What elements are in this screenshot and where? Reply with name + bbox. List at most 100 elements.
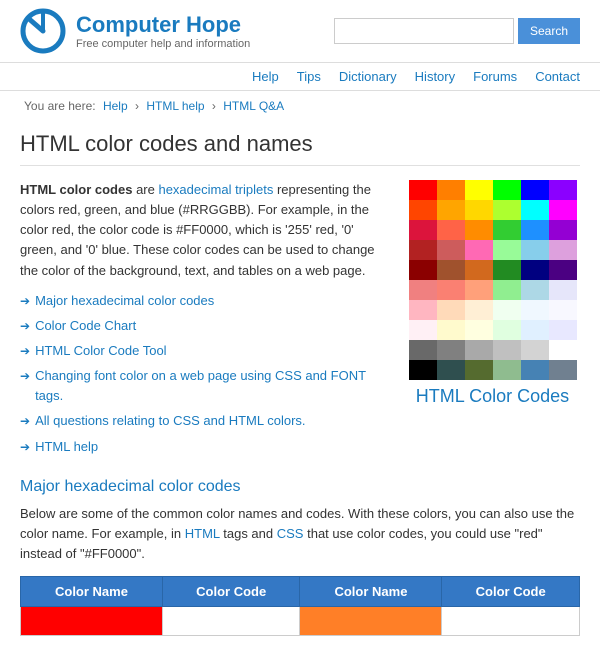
- color-cell: [409, 200, 437, 220]
- page-title: HTML color codes and names: [20, 131, 580, 166]
- color-cell: [493, 340, 521, 360]
- color-cell: [549, 320, 577, 340]
- link-font-color[interactable]: Changing font color on a web page using …: [35, 366, 389, 406]
- arrow-icon: ➔: [20, 412, 30, 431]
- color-cell: [549, 280, 577, 300]
- content-left: HTML color codes are hexadecimal triplet…: [20, 180, 389, 462]
- color-cell: [465, 200, 493, 220]
- intro-bold: HTML color codes: [20, 182, 132, 197]
- nav-forums[interactable]: Forums: [473, 69, 517, 84]
- color-cell: [493, 180, 521, 200]
- arrow-icon: ➔: [20, 342, 30, 361]
- search-area: Search: [334, 18, 580, 44]
- main-content: HTML color codes and names HTML color co…: [0, 121, 600, 656]
- color-cell: [409, 340, 437, 360]
- link-html-help[interactable]: HTML help: [35, 437, 98, 457]
- color-cell: [549, 300, 577, 320]
- logo-title-colored: Hope: [186, 12, 241, 37]
- color-code-cell-2: [442, 607, 580, 636]
- color-cell: [465, 180, 493, 200]
- color-cell: [521, 260, 549, 280]
- breadcrumb-html-help[interactable]: HTML help: [146, 99, 204, 113]
- logo-title-text: Computer: [76, 12, 186, 37]
- color-cell: [549, 200, 577, 220]
- color-swatch-cell-2: [300, 607, 442, 636]
- table-header-row: Color Name Color Code Color Name Color C…: [21, 577, 580, 607]
- color-grid-container: [409, 180, 577, 380]
- logo-icon: [20, 8, 66, 54]
- logo-title: Computer Hope: [76, 12, 250, 38]
- color-cell: [521, 240, 549, 260]
- search-input[interactable]: [334, 18, 514, 44]
- html-link[interactable]: HTML: [185, 526, 220, 541]
- color-cell: [465, 360, 493, 380]
- th-color-code-2: Color Code: [442, 577, 580, 607]
- breadcrumb: You are here: Help › HTML help › HTML Q&…: [0, 91, 600, 121]
- logo-text-area: Computer Hope Free computer help and inf…: [76, 12, 250, 50]
- color-cell: [465, 320, 493, 340]
- color-cell: [409, 300, 437, 320]
- color-cell: [437, 340, 465, 360]
- color-cell: [465, 280, 493, 300]
- list-item: ➔ HTML Color Code Tool: [20, 341, 389, 361]
- color-cell: [549, 260, 577, 280]
- color-cell: [437, 240, 465, 260]
- search-button[interactable]: Search: [518, 18, 580, 44]
- color-cell: [437, 220, 465, 240]
- link-color-chart[interactable]: Color Code Chart: [35, 316, 136, 336]
- major-section-desc: Below are some of the common color names…: [20, 504, 580, 564]
- list-item: ➔ Color Code Chart: [20, 316, 389, 336]
- color-cell: [493, 200, 521, 220]
- intro-paragraph: HTML color codes are hexadecimal triplet…: [20, 180, 389, 281]
- color-table: Color Name Color Code Color Name Color C…: [20, 576, 580, 636]
- link-major-hex[interactable]: Major hexadecimal color codes: [35, 291, 214, 311]
- color-cell: [521, 180, 549, 200]
- th-color-name-1: Color Name: [21, 577, 163, 607]
- breadcrumb-help[interactable]: Help: [103, 99, 128, 113]
- header: Computer Hope Free computer help and inf…: [0, 0, 600, 63]
- arrow-icon: ➔: [20, 317, 30, 336]
- arrow-icon: ➔: [20, 367, 30, 386]
- color-cell: [493, 240, 521, 260]
- color-cell: [465, 300, 493, 320]
- nav-contact[interactable]: Contact: [535, 69, 580, 84]
- color-cell: [437, 280, 465, 300]
- nav-dictionary[interactable]: Dictionary: [339, 69, 397, 84]
- color-cell: [521, 340, 549, 360]
- color-cell: [493, 260, 521, 280]
- arrow-icon: ➔: [20, 438, 30, 457]
- color-cell: [521, 360, 549, 380]
- color-cell: [409, 320, 437, 340]
- color-cell: [521, 220, 549, 240]
- color-cell: [549, 220, 577, 240]
- color-cell: [521, 300, 549, 320]
- color-chart-image: [409, 180, 577, 380]
- css-link[interactable]: CSS: [277, 526, 304, 541]
- color-cell: [465, 260, 493, 280]
- major-section-title: Major hexadecimal color codes: [20, 478, 580, 496]
- color-cell: [437, 300, 465, 320]
- list-item: ➔Major hexadecimal color codes: [20, 291, 389, 311]
- color-chart-caption: HTML Color Codes: [416, 386, 569, 407]
- content-right: HTML Color Codes: [405, 180, 580, 462]
- color-cell: [437, 200, 465, 220]
- color-cell: [493, 280, 521, 300]
- nav-history[interactable]: History: [415, 69, 455, 84]
- color-cell: [521, 320, 549, 340]
- link-css-html[interactable]: All questions relating to CSS and HTML c…: [35, 411, 305, 431]
- color-cell: [465, 220, 493, 240]
- link-list: ➔Major hexadecimal color codes ➔Color Co…: [20, 291, 389, 457]
- color-cell: [437, 260, 465, 280]
- logo-subtitle: Free computer help and information: [76, 38, 250, 50]
- link-color-tool[interactable]: HTML Color Code Tool: [35, 341, 167, 361]
- hexadecimal-triplets-link[interactable]: hexadecimal triplets: [158, 182, 273, 197]
- color-cell: [409, 280, 437, 300]
- nav-help[interactable]: Help: [252, 69, 279, 84]
- color-cell: [493, 220, 521, 240]
- th-color-code-1: Color Code: [162, 577, 300, 607]
- breadcrumb-html-qa[interactable]: HTML Q&A: [223, 99, 284, 113]
- list-item: ➔ HTML help: [20, 437, 389, 457]
- nav-tips[interactable]: Tips: [297, 69, 321, 84]
- color-cell: [549, 340, 577, 360]
- color-code-cell: [162, 607, 300, 636]
